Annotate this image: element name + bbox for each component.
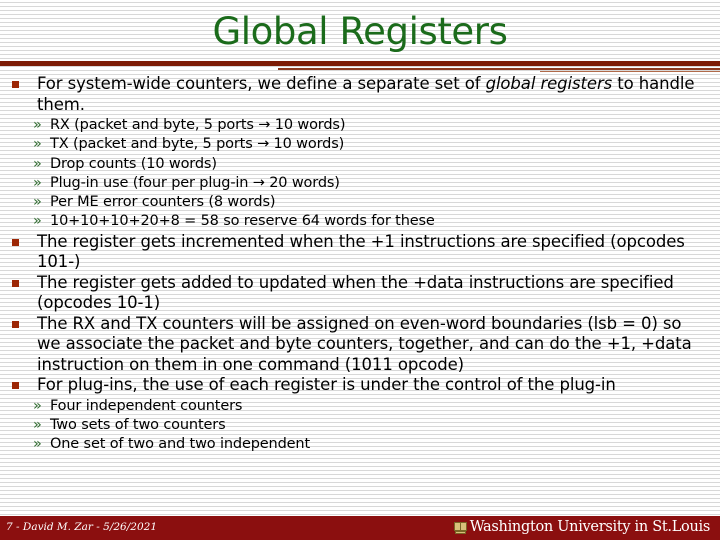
list-item: » Plug-in use (four per plug-in → 20 wor… — [33, 174, 710, 193]
chevron-bullet-icon: » — [33, 174, 42, 191]
university-logo: Washington University in St.Louis — [453, 519, 711, 536]
list-item: For system-wide counters, we define a se… — [8, 74, 710, 232]
chevron-bullet-icon: » — [33, 436, 42, 453]
list-item: For plug-ins, the use of each register i… — [8, 375, 710, 454]
chevron-bullet-icon: » — [33, 417, 42, 434]
footer-attribution: 7 - David M. Zar - 5/26/2021 — [6, 521, 157, 533]
square-bullet-icon — [12, 81, 19, 88]
bullet-text: The RX and TX counters will be assigned … — [37, 313, 692, 374]
bullet-text-part: For system-wide counters, we define a se… — [37, 74, 486, 93]
title-divider-tertiary — [540, 71, 720, 72]
sub-bullet-text: Four independent counters — [50, 397, 243, 414]
sub-bullet-text: Two sets of two counters — [50, 417, 226, 434]
bullet-text: For system-wide counters, we define a se… — [37, 74, 695, 114]
chevron-bullet-icon: » — [33, 117, 42, 133]
sub-bullet-list: » RX (packet and byte, 5 ports → 10 word… — [33, 116, 710, 232]
list-item: » Four independent counters — [33, 397, 710, 416]
list-item: » TX (packet and byte, 5 ports → 10 word… — [33, 135, 710, 154]
bullet-text: The register gets incremented when the +… — [37, 231, 685, 272]
list-item: » 10+10+10+20+8 = 58 so reserve 64 words… — [33, 212, 710, 231]
sub-bullet-text: TX (packet and byte, 5 ports → 10 words) — [50, 136, 345, 153]
sub-bullet-text: Per ME error counters (8 words) — [50, 194, 276, 211]
list-item: » Per ME error counters (8 words) — [33, 193, 710, 212]
title-divider-secondary — [278, 68, 720, 70]
bullet-text-italic: global registers — [485, 74, 613, 93]
footer-bar: 7 - David M. Zar - 5/26/2021 Washington … — [0, 516, 720, 540]
chevron-bullet-icon: » — [33, 155, 42, 172]
chevron-bullet-icon: » — [33, 194, 42, 211]
page-title: Global Registers — [212, 10, 508, 53]
chevron-bullet-icon: » — [33, 213, 42, 230]
sub-bullet-text: Drop counts (10 words) — [50, 155, 217, 172]
list-item: » Two sets of two counters — [33, 416, 710, 435]
sub-bullet-text: RX (packet and byte, 5 ports → 10 words) — [50, 117, 346, 133]
list-item: The RX and TX counters will be assigned … — [8, 314, 710, 376]
slide: Global Registers For system-wide counter… — [0, 0, 720, 540]
bullet-list: For system-wide counters, we define a se… — [0, 74, 720, 455]
sub-bullet-text: Plug-in use (four per plug-in → 20 words… — [50, 174, 340, 191]
square-bullet-icon — [12, 238, 19, 246]
chevron-bullet-icon: » — [33, 397, 42, 414]
book-emblem-icon — [453, 521, 467, 535]
university-logo-text: Washington University in St.Louis — [469, 519, 711, 535]
list-item: » RX (packet and byte, 5 ports → 10 word… — [33, 116, 710, 135]
bullet-text: The register gets added to updated when … — [37, 272, 674, 313]
title-divider — [0, 61, 720, 66]
square-bullet-icon — [12, 320, 19, 328]
list-item: » One set of two and two independent — [33, 435, 710, 454]
list-item: The register gets added to updated when … — [8, 273, 710, 314]
list-item: » Drop counts (10 words) — [33, 155, 710, 174]
chevron-bullet-icon: » — [33, 136, 42, 153]
slide-body: For system-wide counters, we define a se… — [0, 74, 720, 508]
list-item: The register gets incremented when the +… — [8, 232, 710, 273]
bullet-text: For plug-ins, the use of each register i… — [37, 375, 616, 395]
sub-bullet-text: One set of two and two independent — [50, 436, 310, 453]
sub-bullet-list: » Four independent counters » Two sets o… — [33, 397, 710, 455]
sub-bullet-text: 10+10+10+20+8 = 58 so reserve 64 words f… — [50, 213, 435, 230]
title-area: Global Registers — [0, 8, 720, 60]
square-bullet-icon — [12, 279, 19, 287]
square-bullet-icon — [12, 382, 19, 390]
